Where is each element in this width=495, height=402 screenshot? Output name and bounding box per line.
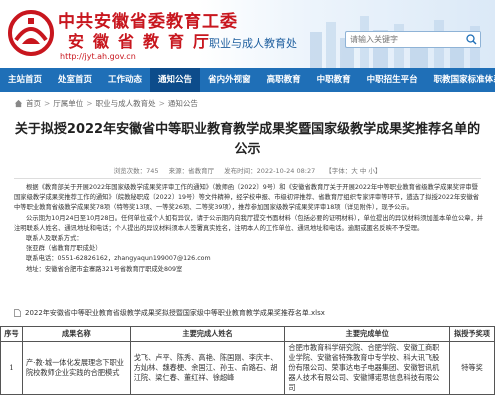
- view-count: 浏览次数：745: [113, 167, 159, 175]
- breadcrumb-separator: >: [158, 99, 165, 108]
- nav-item-secondary-vocational[interactable]: 中职教育: [309, 68, 359, 92]
- search-icon: [466, 34, 477, 45]
- breadcrumb-home[interactable]: 首页: [26, 98, 41, 109]
- department-name: 职业与成人教育处: [209, 37, 297, 50]
- breadcrumb-separator: >: [86, 99, 93, 108]
- main-nav: 主站首页 处室首页 工作动态 通知公告 省内外视窗 高职教育 中职教育 中职招生…: [0, 68, 495, 92]
- col-header-name: 成果名称: [21, 326, 131, 342]
- contact-line: 联系电话：0551-62826162，zhangyaqun199007@126.…: [26, 255, 211, 263]
- breadcrumb-separator: >: [44, 99, 51, 108]
- nav-item-national-standards[interactable]: 职教国家标准体系: [426, 68, 495, 92]
- org-subtitle: 安徽省教育厅: [68, 32, 219, 51]
- contact-line: 张亚群（省教育厅职成处）: [26, 245, 102, 253]
- cell-number: 1: [0, 341, 23, 395]
- font-size-switcher[interactable]: 【字体：大 中 小】: [325, 167, 381, 175]
- search-input[interactable]: [346, 32, 464, 47]
- file-icon: [14, 309, 21, 317]
- nav-item-notices[interactable]: 通知公告: [150, 68, 201, 92]
- attachment-link[interactable]: 2022年安徽省中等职业教育省级教学成果奖拟授暨国家级中等职业教育教学成果奖推荐…: [14, 308, 325, 318]
- article-source: 来源：省教育厅: [168, 167, 215, 175]
- article-title: 关于拟授2022年安徽省中等职业教育教学成果奖暨国家级教学成果奖推荐名单的公示: [14, 122, 481, 157]
- paragraph: 公示期为10月24日至10月28日。任何单位或个人如有异议，请于公示期内向我厅提…: [14, 214, 484, 232]
- divider: [14, 178, 481, 179]
- table-header-row: 序号 成果名称 主要完成人姓名 主要完成单位 拟授予奖项: [0, 326, 495, 342]
- publish-date: 发布时间：2022-10-24 08:27: [224, 167, 316, 175]
- article-meta: 浏览次数：745 来源：省教育厅 发布时间：2022-10-24 08:27 【…: [0, 165, 495, 175]
- nav-item-higher-vocational[interactable]: 高职教育: [259, 68, 309, 92]
- cell-units: 合肥市教育科学研究院、合肥学院、安徽工商职业学院、安徽省特殊教育中专学校、科大讯…: [284, 341, 451, 395]
- col-header-members: 主要完成人姓名: [129, 326, 286, 342]
- education-logo-icon: [8, 10, 54, 56]
- attachment-filename[interactable]: 2022年安徽省中等职业教育省级教学成果奖拟授暨国家级中等职业教育教学成果奖推荐…: [25, 308, 325, 318]
- breadcrumb-department[interactable]: 职业与成人教育处: [96, 98, 156, 109]
- cell-award-level: 特等奖: [449, 341, 495, 395]
- col-header-number: 序号: [0, 326, 23, 342]
- home-icon: [14, 99, 23, 108]
- nav-item-windows[interactable]: 省内外视窗: [200, 68, 259, 92]
- table-row: 1 产·教·城一体化发展理念下职业院校教师企业实践的合肥模式 戈飞、卢平、陈秀、…: [0, 341, 495, 395]
- paragraph: 根据《教育部关于开展2022年国家级教学成果奖评审工作的通知》（教师函〔2022…: [14, 184, 480, 212]
- nav-item-home[interactable]: 主站首页: [0, 68, 50, 92]
- col-header-units: 主要完成单位: [284, 326, 451, 342]
- award-table: 序号 成果名称 主要完成人姓名 主要完成单位 拟授予奖项 1 产·教·城一体化发…: [0, 326, 495, 395]
- contact-heading: 联系人及联系方式：: [26, 235, 83, 243]
- breadcrumb: 首页 > 厅属单位 > 职业与成人教育处 > 通知公告: [14, 98, 198, 109]
- breadcrumb-notices[interactable]: 通知公告: [168, 98, 198, 109]
- site-header: 中共安徽省委教育工委 安徽省教育厅 http://jyt.ah.gov.cn 职…: [0, 0, 495, 68]
- article-body: 根据《教育部关于开展2022年国家级教学成果奖评审工作的通知》（教师函〔2022…: [14, 183, 484, 275]
- contact-line: 地址：安徽省合肥市金寨路321号省教育厅职成处809室: [26, 265, 183, 273]
- search-button[interactable]: [463, 32, 480, 47]
- cell-name: 产·教·城一体化发展理念下职业院校教师企业实践的合肥模式: [21, 341, 131, 395]
- nav-item-dept-home[interactable]: 处室首页: [50, 68, 100, 92]
- col-header-award-level: 拟授予奖项: [449, 326, 495, 342]
- nav-item-news[interactable]: 工作动态: [100, 68, 150, 92]
- nav-item-enrollment-platform[interactable]: 中职招生平台: [359, 68, 426, 92]
- search-box: [345, 31, 481, 48]
- breadcrumb-affiliated-units[interactable]: 厅属单位: [53, 98, 83, 109]
- cell-members: 戈飞、卢平、陈秀、高艳、陈国刚、李庆丰、方灿林、魏春梗、余国江、孙玉、俞路石、胡…: [129, 341, 286, 395]
- site-url: http://jyt.ah.gov.cn: [60, 52, 136, 61]
